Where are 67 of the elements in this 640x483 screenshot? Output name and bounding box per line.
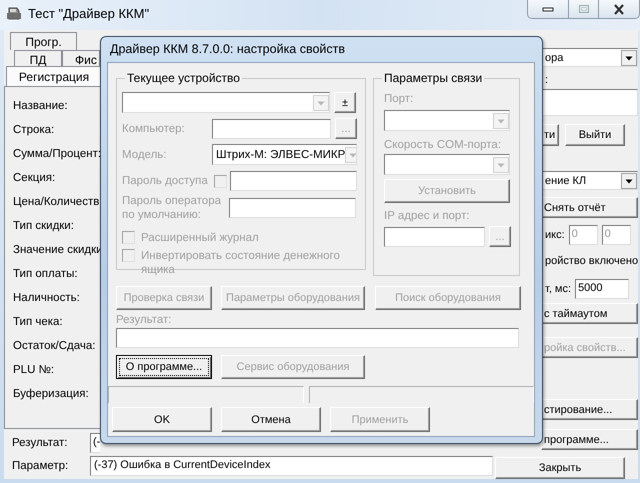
label: Компьютер: [122, 122, 186, 136]
group-title: Параметры связи [382, 71, 484, 85]
label: Пароль доступа [122, 174, 209, 188]
label: Скорость COM-порта: [384, 138, 502, 152]
minimize-icon [542, 6, 554, 12]
checkbox[interactable] [122, 231, 135, 244]
input-field[interactable]: 5000 [575, 279, 630, 299]
output-field[interactable]: (-37) Ошибка в CurrentDeviceIndex [90, 456, 493, 476]
input-field[interactable] [212, 118, 331, 138]
button[interactable]: с таймаутом [541, 303, 638, 324]
maximize-button[interactable] [568, 0, 598, 18]
checkbox[interactable] [214, 174, 227, 188]
field-label: PLU №: [13, 363, 54, 377]
label: Пароль оператора по умолчанию: [122, 194, 222, 222]
password-field[interactable] [229, 198, 356, 218]
dropdown[interactable]: ение КЛ [541, 171, 638, 190]
window-title: Тест "Драйвер ККМ" [28, 6, 150, 22]
dialog-button[interactable]: Отмена [221, 407, 321, 432]
field-label: Тип чека: [13, 315, 63, 329]
button[interactable]: Снять отчёт [541, 197, 638, 218]
label: т, мс: [545, 282, 572, 296]
dropdown[interactable]: ора [541, 48, 638, 67]
field-label: Сумма/Процент: [13, 147, 102, 161]
add-remove-button[interactable]: ± [334, 92, 356, 113]
result-field[interactable] [116, 328, 519, 348]
dropdown[interactable] [384, 154, 510, 175]
label: Результат: [116, 313, 172, 327]
field-label: Результат: [12, 437, 68, 449]
dialog-button[interactable]: OK [112, 407, 212, 432]
label: IP адрес и порт: [384, 209, 471, 223]
printer-icon [6, 7, 22, 21]
password-field[interactable] [230, 171, 357, 191]
label: : [545, 73, 550, 87]
dropdown[interactable] [384, 110, 510, 131]
input-field[interactable] [541, 89, 638, 116]
field-label: Строка: [13, 123, 54, 137]
checkbox-label: Инвертировать состояние денежного ящика [141, 249, 341, 277]
checkbox-label: Расширенный журнал [141, 231, 260, 245]
close-window-button[interactable]: Закрыть [495, 457, 625, 479]
minimize-button[interactable] [528, 0, 568, 18]
tab[interactable]: Прогр. [10, 32, 77, 50]
label: икс: [545, 228, 565, 242]
field-label: Наличность: [13, 291, 80, 305]
output-field[interactable]: (- [90, 433, 100, 453]
exit-button[interactable]: Выйти [565, 124, 625, 146]
checkbox[interactable] [122, 249, 135, 262]
label: Порт: [384, 92, 414, 106]
maximize-icon [578, 4, 590, 14]
field-label: Параметр: [12, 460, 70, 472]
field-label: Буферизация: [13, 387, 89, 401]
button[interactable]: стирование... [541, 399, 638, 420]
label: ройство включено [545, 254, 638, 268]
close-button[interactable] [598, 0, 639, 18]
button[interactable]: О программе... [116, 355, 212, 379]
field-label: Тип оплаты: [13, 267, 78, 281]
label: Модель: [122, 148, 168, 162]
field-label: Остаток/Сдача: [13, 339, 96, 353]
field-label: Тип скидки: [13, 219, 74, 233]
group-title: Текущее устройство [125, 71, 242, 85]
close-icon [613, 4, 625, 14]
field-label: Цена/Количеств [13, 195, 100, 209]
input-field[interactable] [384, 226, 485, 246]
tab[interactable]: Регистрация [6, 66, 102, 86]
dialog-title: Драйвер ККМ 8.7.0.0: настройка свойств [109, 41, 346, 58]
field-label: Секция: [13, 171, 56, 185]
button[interactable]: программе... [541, 429, 638, 450]
field-label: Название: [13, 99, 68, 113]
